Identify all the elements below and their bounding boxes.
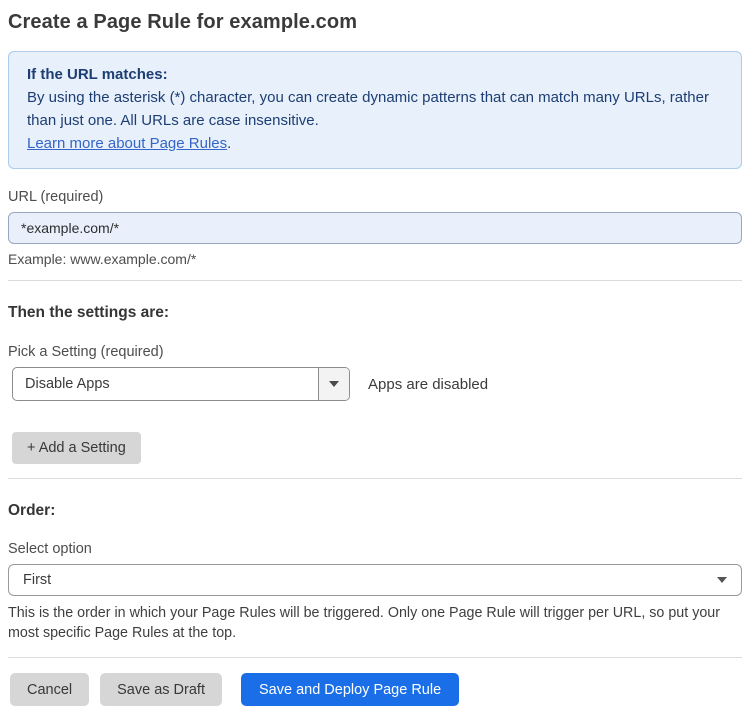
save-and-deploy-button[interactable]: Save and Deploy Page Rule	[240, 673, 460, 706]
order-help-text: This is the order in which your Page Rul…	[8, 605, 721, 641]
settings-section-heading: Then the settings are:	[8, 304, 170, 321]
footer-button-row: Cancel Save as Draft Save and Deploy Pag…	[10, 673, 742, 706]
cancel-button[interactable]: Cancel	[10, 673, 90, 706]
info-box-body: By using the asterisk (*) character, you…	[27, 89, 709, 129]
url-field-label: URL (required)	[8, 189, 104, 205]
divider	[8, 478, 742, 479]
caret-down-icon	[717, 577, 727, 583]
setting-select-value[interactable]: Disable Apps	[13, 368, 318, 400]
url-input[interactable]	[8, 212, 742, 244]
setting-status-text: Apps are disabled	[368, 375, 489, 393]
setting-select[interactable]: Disable Apps	[12, 367, 350, 401]
learn-more-link[interactable]: Learn more about Page Rules	[27, 135, 227, 152]
page-title: Create a Page Rule for example.com	[8, 11, 358, 33]
url-match-info-box: If the URL matches: By using the asteris…	[8, 51, 742, 169]
divider	[8, 657, 742, 658]
link-suffix: .	[227, 135, 232, 152]
url-example-hint: Example: www.example.com/*	[8, 251, 197, 267]
setting-picker-label: Pick a Setting (required)	[8, 344, 164, 360]
order-select[interactable]: First	[8, 564, 742, 596]
caret-down-icon	[329, 381, 339, 387]
order-select-label: Select option	[8, 541, 92, 557]
divider	[8, 280, 742, 281]
setting-row: Disable Apps Apps are disabled	[12, 367, 742, 401]
setting-select-arrow-button[interactable]	[318, 368, 349, 400]
order-select-value: First	[23, 572, 52, 588]
info-box-link-line: Learn more about Page Rules.	[27, 132, 723, 155]
add-setting-button[interactable]: + Add a Setting	[12, 432, 141, 464]
save-as-draft-button[interactable]: Save as Draft	[100, 673, 222, 706]
info-box-heading: If the URL matches:	[27, 66, 168, 83]
order-section-heading: Order:	[8, 502, 56, 519]
